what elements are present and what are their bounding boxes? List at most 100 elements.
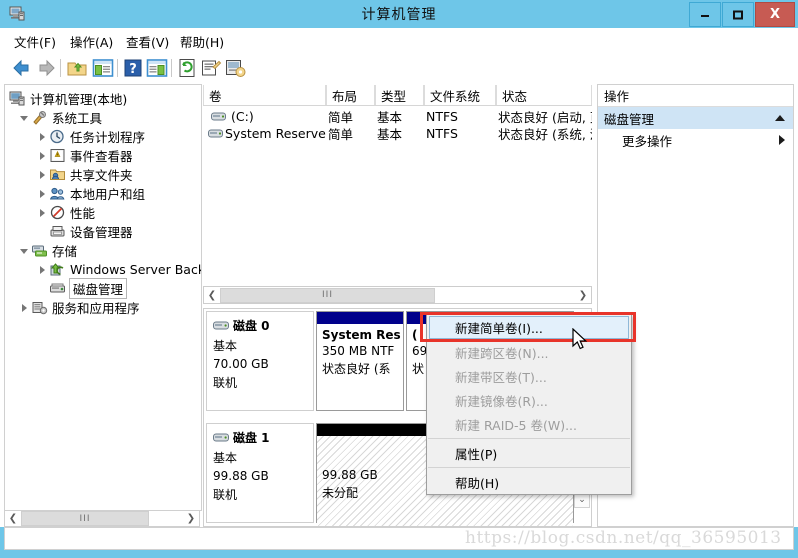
show-hide-action-pane-icon[interactable] bbox=[146, 57, 168, 79]
caret-right-icon[interactable] bbox=[779, 135, 785, 145]
tree-item-windows-server-backup[interactable]: Windows Server Back bbox=[37, 260, 202, 279]
action-more-actions[interactable]: 更多操作 bbox=[598, 129, 793, 151]
column-header-status[interactable]: 状态 bbox=[496, 85, 592, 105]
show-hide-console-tree-icon[interactable] bbox=[92, 57, 114, 79]
close-button[interactable]: X bbox=[755, 2, 795, 27]
volume-scroll-track[interactable]: III bbox=[220, 287, 575, 303]
no-arrow-spacer bbox=[37, 283, 49, 295]
menu-separator bbox=[428, 467, 630, 468]
tree-scroll-thumb[interactable]: III bbox=[21, 511, 149, 526]
tree-item-label: 性能 bbox=[70, 206, 96, 221]
back-icon[interactable] bbox=[10, 57, 32, 79]
column-header-filesystem[interactable]: 文件系统 bbox=[424, 85, 496, 105]
expand-arrow-icon[interactable] bbox=[19, 302, 31, 314]
actions-group-label: 磁盘管理 bbox=[604, 111, 655, 127]
tree-item-shared-folders[interactable]: 共享文件夹 bbox=[37, 165, 133, 184]
rescan-disks-icon[interactable] bbox=[224, 57, 246, 79]
expand-arrow-icon[interactable] bbox=[37, 207, 49, 219]
menu-view[interactable]: 查看(V) bbox=[126, 32, 169, 51]
tree-item-services-applications[interactable]: 服务和应用程序 bbox=[19, 298, 140, 317]
tree-item-storage[interactable]: 存储 bbox=[19, 241, 77, 260]
tree-horizontal-scrollbar[interactable]: ❮ III ❯ bbox=[4, 510, 200, 527]
tree-scroll-track[interactable]: III bbox=[21, 511, 183, 526]
scroll-right-arrow-icon[interactable]: ❯ bbox=[183, 511, 199, 526]
disk-1-name: 磁盘 1 bbox=[233, 431, 270, 445]
tree-item-label: 设备管理器 bbox=[70, 225, 133, 240]
disk-1-info[interactable]: 磁盘 1 基本 99.88 GB 联机 bbox=[206, 423, 314, 523]
refresh-icon[interactable] bbox=[176, 57, 198, 79]
event-viewer-icon bbox=[50, 149, 65, 162]
table-row[interactable]: System Reserved 简单 基本 NTFS 状态良好 (系统, 活动,… bbox=[203, 125, 592, 142]
tree-item-label: Windows Server Back bbox=[70, 262, 202, 277]
disk-1-type: 基本 bbox=[213, 451, 238, 465]
menu-help[interactable]: 帮助(H) bbox=[180, 32, 224, 51]
expand-arrow-icon[interactable] bbox=[37, 188, 49, 200]
help-icon[interactable]: ? bbox=[122, 57, 144, 79]
expand-arrow-icon[interactable] bbox=[19, 245, 31, 257]
volume-list-horizontal-scrollbar[interactable]: ❮ III ❯ bbox=[203, 286, 592, 304]
menu-item-new-spanned-volume: 新建跨区卷(N)... bbox=[455, 345, 549, 361]
sidebar-item-disk-management[interactable]: 磁盘管理 bbox=[37, 278, 128, 299]
properties-icon[interactable] bbox=[200, 57, 222, 79]
cell-layout: 简单 bbox=[328, 110, 354, 125]
toolbar-separator-3 bbox=[171, 59, 172, 77]
expand-arrow-icon[interactable] bbox=[37, 169, 49, 181]
shared-folders-icon bbox=[50, 169, 65, 180]
menu-action[interactable]: 操作(A) bbox=[70, 32, 113, 51]
minimize-button[interactable] bbox=[689, 2, 721, 27]
minimize-icon bbox=[701, 14, 709, 17]
scroll-left-arrow-icon[interactable]: ❮ bbox=[5, 511, 21, 526]
tree-item-system-tools[interactable]: 系统工具 bbox=[19, 108, 102, 127]
computer-icon bbox=[9, 91, 25, 106]
tree-item-event-viewer[interactable]: 事件查看器 bbox=[37, 146, 133, 165]
menu-item-help[interactable]: 帮助(H) bbox=[427, 470, 631, 494]
tree-item-label: 共享文件夹 bbox=[70, 168, 133, 183]
column-header-layout[interactable]: 布局 bbox=[326, 85, 375, 105]
volume-scroll-thumb[interactable]: III bbox=[220, 287, 435, 303]
partition-system-reserved[interactable]: System Res 350 MB NTF 状态良好 (系 bbox=[316, 311, 404, 411]
computer-management-window: 计算机管理 X 文件(F) 操作(A) 查看(V) 帮助(H) ? 计算机管理(… bbox=[0, 0, 798, 558]
cell-status: 状态良好 (系统, 活动, 主る bbox=[498, 127, 592, 142]
watermark-text: https://blog.csdn.net/qq_36595013 bbox=[465, 528, 782, 548]
table-row[interactable]: (C:) 简单 基本 NTFS 状态良好 (启动, 页面文件 bbox=[203, 108, 592, 125]
svg-text:?: ? bbox=[129, 62, 137, 77]
caret-up-icon[interactable] bbox=[775, 115, 785, 121]
volume-list-header: 卷 布局 类型 文件系统 状态 bbox=[203, 85, 592, 106]
menu-item-new-simple-volume[interactable]: 新建简单卷(I)... bbox=[429, 316, 629, 339]
system-tools-icon bbox=[33, 111, 46, 125]
maximize-button[interactable] bbox=[722, 2, 754, 27]
tree-item-label: 服务和应用程序 bbox=[52, 301, 140, 316]
console-tree: 计算机管理(本地) 系统工具 任务计划程序 事件查看器 共享文件夹 本地用户和组… bbox=[4, 84, 202, 511]
volume-icon bbox=[208, 129, 223, 138]
column-header-volume[interactable]: 卷 bbox=[203, 85, 326, 105]
tree-root[interactable]: 计算机管理(本地) bbox=[9, 89, 127, 108]
expand-arrow-icon[interactable] bbox=[37, 150, 49, 162]
expand-arrow-icon[interactable] bbox=[37, 264, 49, 276]
actions-group-disk-management[interactable]: 磁盘管理 bbox=[598, 107, 793, 129]
scroll-left-arrow-icon[interactable]: ❮ bbox=[204, 288, 220, 303]
tree-item-device-manager[interactable]: 设备管理器 bbox=[37, 222, 133, 241]
menu-file[interactable]: 文件(F) bbox=[14, 32, 56, 51]
disk-1-title-row: 磁盘 1 bbox=[213, 429, 313, 446]
tree-item-label: 任务计划程序 bbox=[70, 130, 146, 145]
context-menu: 新建简单卷(I)... 新建跨区卷(N)... 新建带区卷(T)... 新建镜像… bbox=[426, 314, 632, 495]
column-header-type[interactable]: 类型 bbox=[375, 85, 424, 105]
expand-arrow-icon[interactable] bbox=[19, 112, 31, 124]
disk-0-info[interactable]: 磁盘 0 基本 70.00 GB 联机 bbox=[206, 311, 314, 411]
windows-server-backup-icon bbox=[50, 263, 64, 276]
tree-item-performance[interactable]: 性能 bbox=[37, 203, 95, 222]
disk-icon bbox=[213, 433, 229, 442]
menu-item-new-mirrored-volume: 新建镜像卷(R)... bbox=[455, 393, 548, 409]
performance-icon bbox=[50, 205, 65, 220]
up-folder-icon[interactable] bbox=[66, 57, 88, 79]
expand-arrow-icon[interactable] bbox=[37, 131, 49, 143]
cell-volume: System Reserved bbox=[225, 126, 326, 141]
task-scheduler-icon bbox=[50, 129, 64, 144]
menu-separator bbox=[428, 438, 630, 439]
forward-icon[interactable] bbox=[36, 57, 58, 79]
tree-item-task-scheduler[interactable]: 任务计划程序 bbox=[37, 127, 145, 146]
scroll-right-arrow-icon[interactable]: ❯ bbox=[575, 288, 591, 303]
toolbar-separator-1 bbox=[60, 59, 61, 77]
menu-item-properties[interactable]: 属性(P) bbox=[427, 441, 631, 465]
tree-item-local-users-groups[interactable]: 本地用户和组 bbox=[37, 184, 145, 203]
